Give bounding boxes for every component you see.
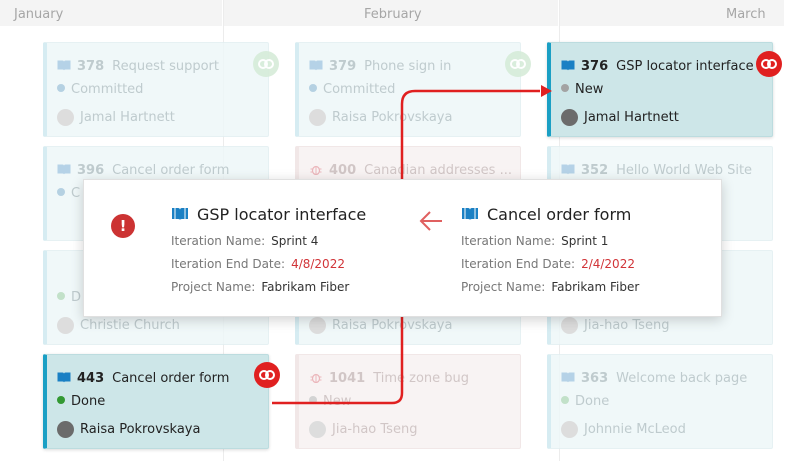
month-header-march: March xyxy=(726,7,766,22)
avatar xyxy=(561,109,578,126)
iteration-name-label: Iteration Name: xyxy=(171,234,266,248)
avatar xyxy=(57,317,74,334)
work-item-title[interactable]: Cancel order form xyxy=(112,163,229,178)
work-item-title[interactable]: Canadian addresses ... xyxy=(364,163,512,178)
work-item-assignee: Raisa Pokrovskaya xyxy=(80,422,201,437)
work-item-card[interactable]: 379 Phone sign in Committed Raisa Pokrovska… xyxy=(295,42,521,137)
work-item-assignee: Christie Church xyxy=(80,318,180,333)
link-icon[interactable] xyxy=(253,51,279,77)
work-item-assignee: Johnnie McLeod xyxy=(584,422,686,437)
state-dot xyxy=(561,396,569,404)
state-dot xyxy=(309,396,317,404)
error-icon: ! xyxy=(111,214,135,238)
book-icon xyxy=(561,60,575,71)
work-item-title[interactable]: GSP locator interface xyxy=(616,59,753,74)
work-item-title[interactable]: Hello World Web Site xyxy=(616,163,752,178)
avatar xyxy=(561,317,578,334)
work-item-id: 443 xyxy=(77,371,105,386)
state-dot xyxy=(57,188,65,196)
work-item-id: 396 xyxy=(77,163,105,178)
work-item-id: 363 xyxy=(581,371,609,386)
work-item-card[interactable]: 363 Welcome back page Done Johnnie McLeod xyxy=(547,354,773,449)
avatar xyxy=(57,421,74,438)
work-item-id: 378 xyxy=(77,59,105,74)
work-item-id: 1041 xyxy=(329,371,366,386)
book-icon xyxy=(561,372,575,383)
iteration-end-value: 2/4/2022 xyxy=(581,257,635,271)
book-icon xyxy=(57,372,71,383)
work-item-assignee: Raisa Pokrovskaya xyxy=(332,318,453,333)
avatar xyxy=(309,109,326,126)
link-icon[interactable] xyxy=(756,51,782,77)
book-icon xyxy=(57,164,71,175)
work-item-card[interactable]: 378 Request support Committed Jamal Hartnet… xyxy=(43,42,269,137)
book-icon xyxy=(309,60,323,71)
target-title[interactable]: GSP locator interface xyxy=(197,205,366,224)
avatar xyxy=(57,109,74,126)
work-item-card[interactable]: 1041 Time zone bug New Jia-hao Tseng xyxy=(295,354,521,449)
bug-icon xyxy=(310,165,322,175)
work-item-state: C xyxy=(71,186,81,201)
book-icon xyxy=(561,164,575,175)
source-title[interactable]: Cancel order form xyxy=(487,205,631,224)
dependency-popup: ! GSP locator interface Iteration Name: S… xyxy=(83,179,722,317)
work-item-assignee: Jamal Hartnett xyxy=(584,110,679,125)
iteration-name-value: Sprint 1 xyxy=(561,234,609,248)
dependency-target: GSP locator interface Iteration Name: Spr… xyxy=(171,204,366,297)
iteration-name-value: Sprint 4 xyxy=(271,234,319,248)
work-item-state: Committed xyxy=(71,82,144,97)
work-item-title[interactable]: Time zone bug xyxy=(373,371,469,386)
work-item-assignee: Raisa Pokrovskaya xyxy=(332,110,453,125)
state-dot xyxy=(57,396,65,404)
work-item-state: Committed xyxy=(323,82,396,97)
avatar xyxy=(309,421,326,438)
project-name-value: Fabrikam Fiber xyxy=(261,280,350,294)
project-name-value: Fabrikam Fiber xyxy=(551,280,640,294)
work-item-title[interactable]: Request support xyxy=(112,59,219,74)
work-item-title[interactable]: Welcome back page xyxy=(616,371,747,386)
work-item-assignee: Jamal Hartnett xyxy=(80,110,175,125)
book-icon xyxy=(462,208,478,220)
month-header-january: January xyxy=(14,7,64,22)
work-item-assignee: Jia-hao Tseng xyxy=(332,422,418,437)
state-dot xyxy=(561,84,569,92)
iteration-end-value: 4/8/2022 xyxy=(291,257,345,271)
work-item-state: New xyxy=(323,394,352,409)
avatar xyxy=(309,317,326,334)
link-icon[interactable] xyxy=(254,362,280,388)
link-icon[interactable] xyxy=(505,51,531,77)
state-dot xyxy=(309,84,317,92)
iteration-name-label: Iteration Name: xyxy=(461,234,556,248)
work-item-id: 352 xyxy=(581,163,609,178)
state-dot xyxy=(57,292,65,300)
work-item-card[interactable]: 443 Cancel order form Done Raisa Pokrovskay… xyxy=(43,354,269,449)
work-item-state: Done xyxy=(71,394,106,409)
project-name-label: Project Name: xyxy=(171,280,256,294)
work-item-id: 376 xyxy=(581,59,609,74)
dependency-source: Cancel order form Iteration Name: Sprint … xyxy=(461,204,639,297)
work-item-id: 379 xyxy=(329,59,357,74)
work-item-state: D xyxy=(71,290,82,305)
bug-icon xyxy=(310,373,322,383)
work-item-title[interactable]: Phone sign in xyxy=(364,59,451,74)
avatar xyxy=(561,421,578,438)
book-icon xyxy=(172,208,188,220)
work-item-id: 400 xyxy=(329,163,357,178)
work-item-title[interactable]: Cancel order form xyxy=(112,371,229,386)
book-icon xyxy=(57,60,71,71)
project-name-label: Project Name: xyxy=(461,280,546,294)
work-item-state: New xyxy=(575,82,604,97)
iteration-end-label: Iteration End Date: xyxy=(461,257,576,271)
work-item-card[interactable]: 376 GSP locator interface New Jamal Hartnet… xyxy=(547,42,773,137)
arrow-left-icon xyxy=(419,211,442,231)
state-dot xyxy=(57,84,65,92)
iteration-end-label: Iteration End Date: xyxy=(171,257,286,271)
month-header-february: February xyxy=(364,7,422,22)
work-item-assignee: Jia-hao Tseng xyxy=(584,318,670,333)
work-item-state: Done xyxy=(575,394,610,409)
